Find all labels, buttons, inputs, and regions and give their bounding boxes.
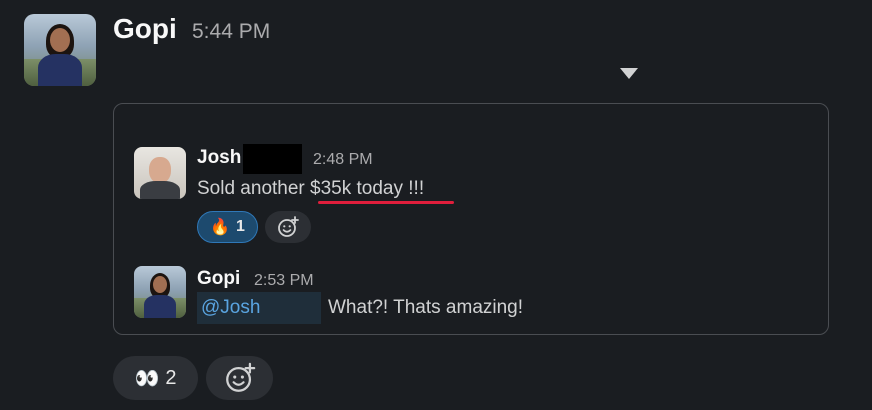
avatar-face xyxy=(153,276,167,293)
reaction-eyes[interactable]: 👀 2 xyxy=(113,356,198,400)
gopi-avatar[interactable] xyxy=(134,266,186,318)
eyes-emoji: 👀 xyxy=(134,367,160,390)
highlight-underline xyxy=(318,201,454,204)
reaction-count: 2 xyxy=(165,366,177,389)
reaction-count: 1 xyxy=(236,218,245,235)
more-options-caret-icon[interactable] xyxy=(620,68,638,79)
reply-timestamp[interactable]: 2:53 PM xyxy=(254,272,314,290)
shared-message-text: Sold another $35k today !!! xyxy=(197,178,425,199)
add-reaction-icon xyxy=(225,362,255,392)
add-reaction-button[interactable] xyxy=(265,211,311,243)
fire-emoji: 🔥 xyxy=(210,219,230,236)
avatar-face xyxy=(149,157,171,183)
add-reaction-button[interactable] xyxy=(206,356,273,400)
avatar-body xyxy=(38,54,82,86)
user-mention[interactable]: @Josh xyxy=(197,292,321,324)
shared-sender-name[interactable]: Josh xyxy=(197,147,241,169)
redaction-box xyxy=(243,144,302,174)
avatar-body xyxy=(144,295,176,318)
sender-name[interactable]: Gopi xyxy=(113,13,177,45)
avatar-body xyxy=(140,181,180,199)
reaction-fire[interactable]: 🔥 1 xyxy=(197,211,258,243)
reply-sender-name[interactable]: Gopi xyxy=(197,268,240,290)
avatar-face xyxy=(50,28,70,52)
josh-avatar[interactable] xyxy=(134,147,186,199)
reply-text: What?! Thats amazing! xyxy=(328,297,524,318)
message-timestamp[interactable]: 5:44 PM xyxy=(192,20,270,44)
avatar[interactable] xyxy=(24,14,96,86)
shared-message-timestamp[interactable]: 2:48 PM xyxy=(313,151,373,169)
add-reaction-icon xyxy=(278,216,299,237)
